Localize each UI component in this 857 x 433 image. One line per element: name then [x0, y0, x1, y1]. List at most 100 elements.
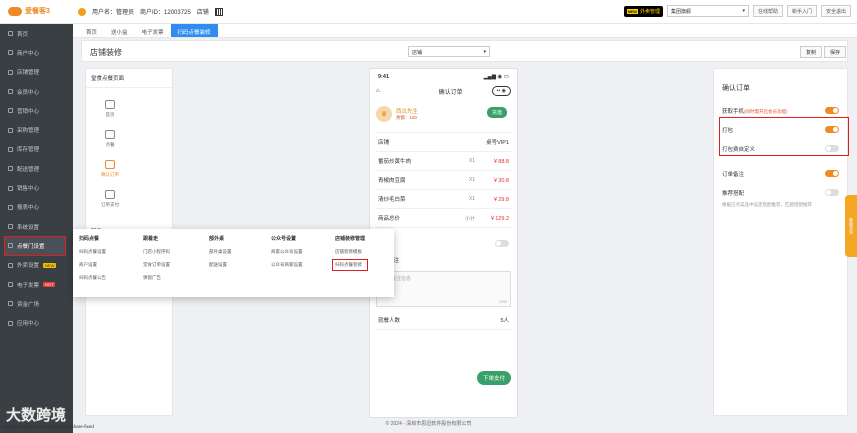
qrcode-icon[interactable]: [214, 7, 223, 16]
component-label: 确认订单: [101, 172, 119, 177]
tab[interactable]: 扫码点餐装修: [170, 24, 218, 37]
setting-label: 获取手机: [722, 108, 745, 115]
sidebar-item-label: 采购管理: [17, 128, 40, 135]
getting-started-button[interactable]: 新手入门: [786, 5, 817, 17]
sidebar-item[interactable]: 库存管理: [0, 140, 73, 159]
sidebar-item[interactable]: 店铺管理: [0, 63, 73, 82]
file-icon: [105, 100, 115, 109]
people-label: 就餐人数: [378, 318, 401, 324]
pay-icon: [105, 190, 115, 199]
sidebar-item[interactable]: 应用中心: [0, 313, 73, 332]
order-item-row: 清炒毛白菜 X1 ￥29.8: [376, 190, 511, 209]
menu-item[interactable]: 堂食订单设置: [143, 262, 170, 268]
sidebar-item-label: 库存管理: [17, 147, 40, 154]
sidebar-item-label: 电子发票: [17, 282, 40, 289]
pack-toggle[interactable]: [495, 240, 509, 247]
copy-button[interactable]: 复制: [800, 46, 823, 58]
menu-item[interactable]: 扫码点餐设置: [79, 249, 106, 255]
customer-service-tab[interactable]: 客服咨询: [845, 195, 857, 257]
remark-input[interactable]: 添加备注信息 0/50: [376, 271, 511, 307]
help-button[interactable]: 在线帮助: [752, 5, 783, 17]
menu-item[interactable]: 扫码点餐装修: [331, 259, 369, 271]
sidebar-item[interactable]: 首页: [0, 24, 73, 43]
menu-column: 跟着走 门店小程序码 堂食订单设置 弹窗广告: [143, 235, 170, 281]
app-logo[interactable]: 爱餐客3: [8, 6, 50, 16]
purchase-icon: [8, 127, 13, 133]
component-item[interactable]: 点餐: [90, 124, 130, 154]
menu-item[interactable]: 门店小程序码: [143, 249, 170, 255]
menu-item[interactable]: 公众号商家设置: [271, 262, 303, 268]
sidebar-item[interactable]: 电子发票 HOT: [0, 275, 73, 294]
component-item[interactable]: 确认订单: [90, 154, 130, 184]
pack-row: [376, 234, 511, 253]
dish-name: 青椒肉豆腐: [378, 178, 406, 184]
sidebar-item[interactable]: 商户中心: [0, 43, 73, 62]
menu-item[interactable]: 弹窗广告: [143, 275, 170, 281]
new-tag: NEW: [626, 8, 638, 14]
sidebar-item[interactable]: 配送管理: [0, 159, 73, 178]
menu-item[interactable]: 扫码点餐公告: [79, 275, 106, 281]
remark-row: 备注: [376, 253, 511, 267]
subtotal-row: 商品总价 小计 ￥129.2: [376, 209, 511, 228]
store-select-value: 集团旗舰: [670, 9, 691, 15]
takeout-mgmt-label: 外卖管理: [639, 8, 660, 15]
chevron-down-icon: ▾: [742, 8, 745, 14]
shop-icon: [8, 50, 13, 56]
component-label: 订单支付: [101, 202, 119, 207]
menu-item[interactable]: 店铺装修模板: [335, 249, 365, 255]
menu-item[interactable]: 配送设置: [209, 262, 232, 268]
menu-item[interactable]: 商户设置: [79, 262, 106, 268]
logout-button[interactable]: 安全退出: [820, 5, 851, 17]
component-item[interactable]: 订单支付: [90, 184, 130, 214]
user-info: 用户名：管理员 商户ID：12003725 店铺: [78, 7, 223, 16]
sidebar-item[interactable]: 报表中心: [0, 198, 73, 217]
submit-order-button[interactable]: 下单支付: [476, 371, 511, 385]
capsule-icon[interactable]: •• ◉: [491, 86, 511, 96]
store-select[interactable]: 集团旗舰 ▾: [666, 5, 749, 17]
store-label: 店铺: [378, 140, 390, 146]
sidebar-item[interactable]: 点餐门设置: [4, 236, 66, 256]
setting-label-wrap: 推荐搭配: [722, 189, 744, 197]
member-name: 西瓜先生: [396, 109, 419, 115]
setting-label-wrap: 获取手机(同时需开启会员功能): [722, 107, 788, 115]
sidebar-item[interactable]: 资金广场: [0, 294, 73, 313]
sidebar-item[interactable]: 系统设置: [0, 217, 73, 236]
settings-title: 确认订单: [722, 85, 750, 92]
table-number: 桌号VIP1: [486, 140, 509, 146]
cloud-icon: [105, 130, 115, 139]
setting-toggle[interactable]: [825, 107, 839, 114]
takeout-mgmt-badge[interactable]: NEW 外卖管理: [623, 5, 663, 17]
menu-column: 部外桌部外桌设置配送设置: [209, 235, 232, 268]
recharge-button[interactable]: 充值: [486, 107, 507, 118]
report-icon: [8, 204, 13, 210]
menu-item[interactable]: 部外桌设置: [209, 249, 232, 255]
merchant-id-label[interactable]: 商户ID：12003725: [140, 7, 191, 16]
setting-label-wrap: 订单备注: [722, 170, 744, 178]
menu-heading: 部外桌: [209, 236, 225, 242]
component-item[interactable]: 首页: [90, 94, 130, 124]
menu-heading: 公众号设置: [271, 236, 297, 242]
home-icon[interactable]: ⌂: [376, 88, 380, 94]
save-button[interactable]: 保存: [824, 46, 847, 58]
status-bar: 9:41 ▂▄▆ ◉ ▭: [370, 69, 517, 80]
tab[interactable]: 首页: [79, 24, 104, 37]
sidebar-item[interactable]: 采购管理: [0, 120, 73, 139]
sidebar-item[interactable]: 营销中心: [0, 101, 73, 120]
settings-icon: [8, 224, 13, 230]
tab[interactable]: 送小盒: [104, 24, 135, 37]
menu-item[interactable]: 商家公众号设置: [271, 249, 303, 255]
setting-row: 推荐搭配: [714, 183, 847, 202]
table-info-row: 店铺 桌号VIP1: [376, 133, 511, 152]
sidebar-item[interactable]: 外卖设置 NEW: [0, 256, 73, 275]
people-value: 5人: [500, 318, 509, 324]
order-item-row: 青椒肉豆腐 X1 ￥30.8: [376, 171, 511, 190]
page-select[interactable]: 店铺 ▾: [408, 46, 490, 57]
tab[interactable]: 电子发票: [135, 24, 171, 37]
sidebar-item[interactable]: 销售中心: [0, 178, 73, 197]
user-icon: [78, 7, 86, 16]
crown-icon: ♛: [376, 106, 392, 122]
setting-toggle[interactable]: [825, 170, 839, 177]
sidebar-item[interactable]: 会员中心: [0, 82, 73, 101]
setting-toggle[interactable]: [825, 189, 839, 196]
order-item-row: 番茄炒黄牛肉 X1 ￥88.8: [376, 152, 511, 171]
